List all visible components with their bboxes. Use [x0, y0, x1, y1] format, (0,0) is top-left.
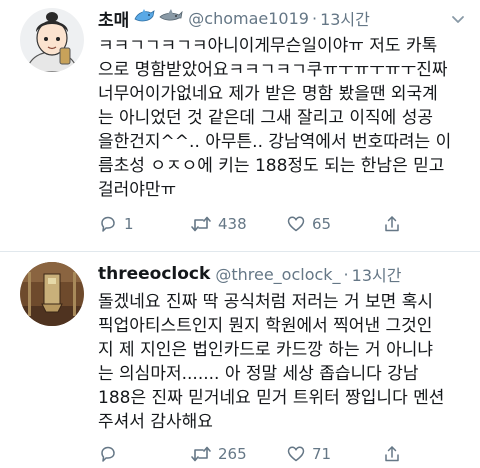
- reply-count: 1: [124, 215, 134, 233]
- like-button[interactable]: 65: [286, 214, 382, 234]
- retweet-icon: [190, 214, 212, 234]
- tweet[interactable]: 초매 @chomae1019 · 13시간 ㅋㅋㄱㄱㅋㄱㅋ아니이게무슨일이야ㅠ …: [0, 0, 480, 252]
- handle[interactable]: @three_oclock_: [215, 265, 340, 284]
- tweet-text-line: 픽업아티스트인지 뭔지 학원에서 찍어낸 그것인: [98, 316, 433, 336]
- tweet-actions: 1 438 65: [98, 212, 402, 236]
- tweet-text-line: 는 아니었던 것 같은데 그새 잘리고 이직에 성공: [98, 108, 433, 128]
- reply-icon: [98, 214, 118, 234]
- tweet-text-line: 주셔서 감사해요: [98, 412, 213, 432]
- tweet-text-line: 지 제 지인은 법인카드로 카드깡 하는 거 아니냐: [98, 340, 433, 360]
- tweet-header: threeoclock @three_oclock_ · 13시간: [98, 260, 401, 288]
- share-button[interactable]: [382, 444, 402, 464]
- like-icon: [286, 214, 306, 234]
- timestamp[interactable]: 13시간: [352, 262, 402, 286]
- share-button[interactable]: [382, 214, 402, 234]
- tweet-text-line: 188은 진짜 믿거네요 믿거 트위터 짱입니다 멘션: [98, 388, 445, 408]
- like-icon: [286, 444, 306, 464]
- tweet-text: ㅋㅋㄱㄱㅋㄱㅋ아니이게무슨일이야ㅠ 저도 카톡 으로 명함받았어요ㅋㅋㄱㅋㄱ쿠ㅠ…: [98, 34, 470, 202]
- tweet-text-line: 는 의심마저....... 아 정말 세상 좁습니다 강남: [98, 364, 419, 384]
- handle[interactable]: @chomae1019: [188, 9, 309, 28]
- avatar[interactable]: [20, 8, 84, 72]
- display-name[interactable]: 초매: [98, 6, 129, 31]
- tweet-text-line: 너무어이가없네요 제가 받은 명함 봤을땐 외국계: [98, 84, 438, 104]
- like-button[interactable]: 71: [286, 444, 382, 464]
- like-count: 65: [312, 215, 332, 233]
- tweet[interactable]: threeoclock @three_oclock_ · 13시간 돌겠네요 진…: [0, 252, 480, 468]
- shark-icon: [159, 8, 183, 28]
- retweet-count: 265: [218, 445, 247, 463]
- reply-icon: [98, 444, 118, 464]
- reply-button[interactable]: 1: [98, 214, 190, 234]
- retweet-button[interactable]: 265: [190, 444, 286, 464]
- tweet-header: 초매 @chomae1019 · 13시간: [98, 4, 370, 32]
- share-icon: [382, 214, 402, 234]
- display-name[interactable]: threeoclock: [98, 264, 210, 284]
- dolphin-icon: [133, 8, 155, 28]
- tweet-text: 돌겠네요 진짜 딱 공식처럼 저러는 거 보면 혹시 픽업아티스트인지 뭔지 학…: [98, 290, 470, 434]
- retweet-count: 438: [218, 215, 247, 233]
- tweet-text-line: 으로 명함받았어요ㅋㅋㄱㅋㄱ쿠ㅠㅜㅠㅜㅠㅜ진짜: [98, 60, 448, 80]
- timestamp[interactable]: 13시간: [320, 6, 370, 30]
- reply-button[interactable]: [98, 444, 190, 464]
- tweet-text-line: 름초성 ㅇㅈㅇ에 키는 188정도 되는 한남은 믿고: [98, 156, 445, 176]
- avatar[interactable]: [20, 262, 84, 326]
- share-icon: [382, 444, 402, 464]
- retweet-icon: [190, 444, 212, 464]
- tweet-text-line: ㅋㅋㄱㄱㅋㄱㅋ아니이게무슨일이야ㅠ 저도 카톡: [98, 36, 438, 56]
- separator: ·: [311, 8, 318, 28]
- retweet-button[interactable]: 438: [190, 214, 286, 234]
- chevron-down-icon[interactable]: [448, 10, 468, 30]
- separator: ·: [343, 264, 349, 284]
- like-count: 71: [312, 445, 332, 463]
- tweet-actions: 265 71: [98, 442, 402, 466]
- tweet-text-line: 걸러야만ㅠ: [98, 180, 177, 200]
- tweet-text-line: 을한건지^^.. 아무튼.. 강남역에서 번호따려는 이: [98, 132, 452, 152]
- tweet-text-line: 돌겠네요 진짜 딱 공식처럼 저러는 거 보면 혹시: [98, 292, 433, 312]
